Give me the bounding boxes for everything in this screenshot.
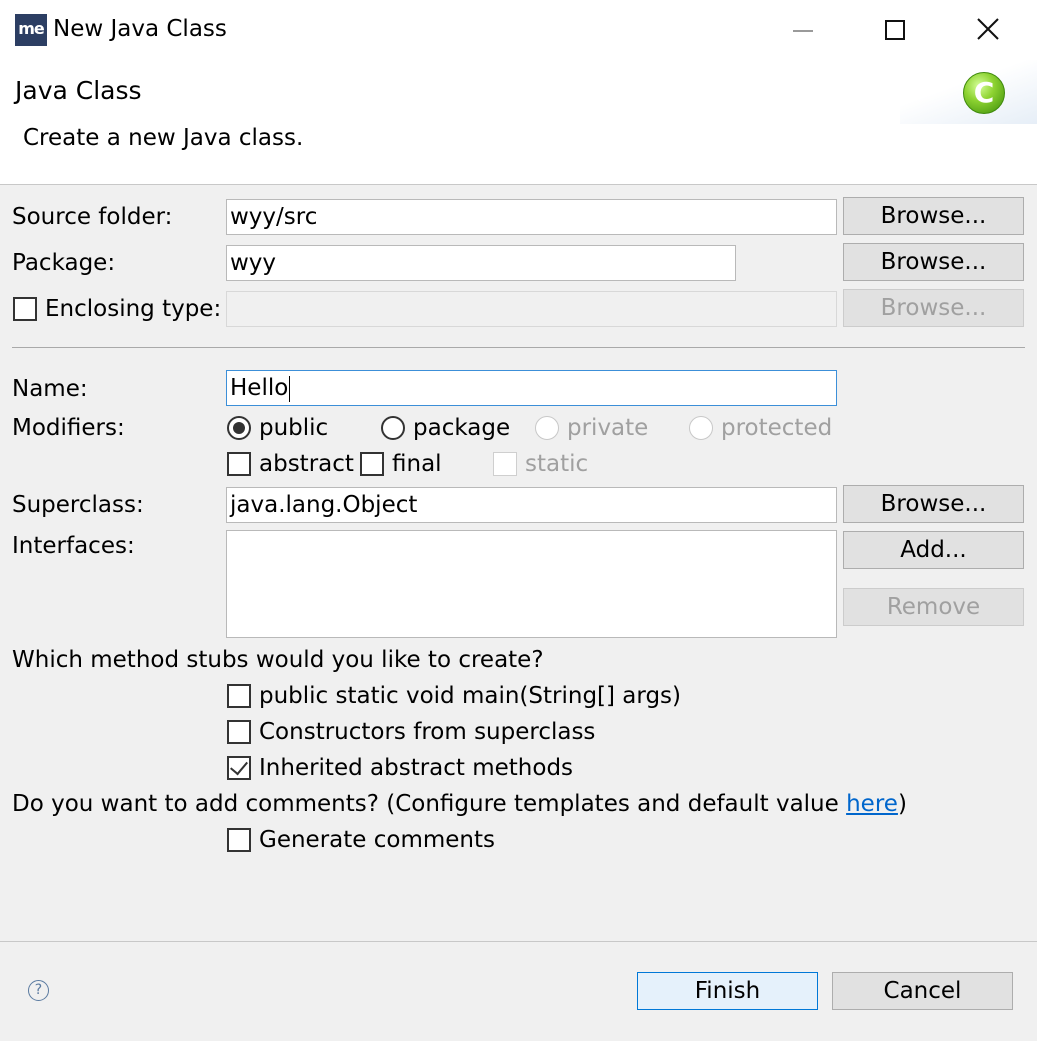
interfaces-list[interactable] bbox=[226, 530, 837, 638]
cancel-button[interactable]: Cancel bbox=[832, 972, 1013, 1010]
protected-radio bbox=[689, 416, 713, 440]
public-radio[interactable] bbox=[227, 416, 251, 440]
source-folder-browse-button[interactable]: Browse... bbox=[843, 197, 1024, 235]
comments-question-suffix: ) bbox=[897, 791, 907, 817]
package-browse-button[interactable]: Browse... bbox=[843, 243, 1024, 281]
package-label: Package: bbox=[12, 250, 116, 276]
interfaces-remove-button: Remove bbox=[843, 588, 1024, 626]
app-icon: me bbox=[15, 14, 47, 46]
text-caret bbox=[289, 375, 291, 402]
maximize-icon[interactable] bbox=[872, 10, 918, 50]
abstract-checkbox[interactable] bbox=[227, 452, 251, 476]
main-method-checkbox[interactable] bbox=[227, 684, 251, 708]
superclass-field[interactable]: java.lang.Object bbox=[226, 487, 837, 523]
interfaces-add-button[interactable]: Add... bbox=[843, 531, 1024, 569]
final-checkbox[interactable] bbox=[360, 452, 384, 476]
interfaces-label: Interfaces: bbox=[12, 533, 135, 559]
final-checkbox-label: final bbox=[392, 451, 442, 477]
page-title: Java Class bbox=[15, 76, 142, 105]
package-field[interactable]: wyy bbox=[226, 245, 736, 281]
close-icon[interactable] bbox=[964, 10, 1010, 50]
inherited-abstract-methods-label: Inherited abstract methods bbox=[259, 755, 574, 781]
minimize-icon[interactable] bbox=[780, 10, 826, 50]
java-class-icon: C bbox=[963, 72, 1005, 114]
protected-radio-label: protected bbox=[721, 415, 833, 441]
enclosing-type-field bbox=[226, 291, 837, 327]
package-radio[interactable] bbox=[381, 416, 405, 440]
package-radio-label: package bbox=[413, 415, 511, 441]
main-method-label: public static void main(String[] args) bbox=[259, 683, 681, 709]
name-field[interactable]: Hello bbox=[226, 370, 837, 406]
name-field-value: Hello bbox=[230, 375, 289, 401]
enclosing-type-checkbox[interactable] bbox=[13, 297, 37, 321]
source-folder-field[interactable]: wyy/src bbox=[226, 199, 837, 235]
help-icon[interactable]: ? bbox=[28, 980, 49, 1001]
inherited-abstract-methods-checkbox[interactable] bbox=[227, 756, 251, 780]
comments-question: Do you want to add comments? (Configure … bbox=[12, 788, 907, 820]
java-class-icon-letter: C bbox=[973, 76, 995, 109]
method-stubs-question: Which method stubs would you like to cre… bbox=[12, 647, 544, 673]
private-radio-label: private bbox=[567, 415, 649, 441]
superclass-browse-button[interactable]: Browse... bbox=[843, 485, 1024, 523]
constructors-checkbox[interactable] bbox=[227, 720, 251, 744]
finish-button[interactable]: Finish bbox=[637, 972, 818, 1010]
static-checkbox bbox=[493, 452, 517, 476]
name-label: Name: bbox=[12, 376, 88, 402]
enclosing-type-label: Enclosing type: bbox=[45, 296, 222, 322]
constructors-label: Constructors from superclass bbox=[259, 719, 596, 745]
public-radio-label: public bbox=[259, 415, 329, 441]
static-checkbox-label: static bbox=[525, 451, 589, 477]
private-radio bbox=[535, 416, 559, 440]
page-description: Create a new Java class. bbox=[23, 125, 304, 151]
generate-comments-checkbox[interactable] bbox=[227, 828, 251, 852]
window-title: New Java Class bbox=[53, 16, 227, 42]
separator bbox=[12, 347, 1025, 348]
modifiers-label: Modifiers: bbox=[12, 415, 125, 441]
generate-comments-label: Generate comments bbox=[259, 827, 495, 853]
abstract-checkbox-label: abstract bbox=[259, 451, 354, 477]
comments-question-text: Do you want to add comments? (Configure … bbox=[12, 791, 847, 817]
enclosing-type-browse-button: Browse... bbox=[843, 289, 1024, 327]
templates-link[interactable]: here bbox=[846, 791, 898, 817]
superclass-label: Superclass: bbox=[12, 492, 144, 518]
source-folder-label: Source folder: bbox=[12, 204, 173, 230]
footer-separator bbox=[0, 941, 1037, 942]
